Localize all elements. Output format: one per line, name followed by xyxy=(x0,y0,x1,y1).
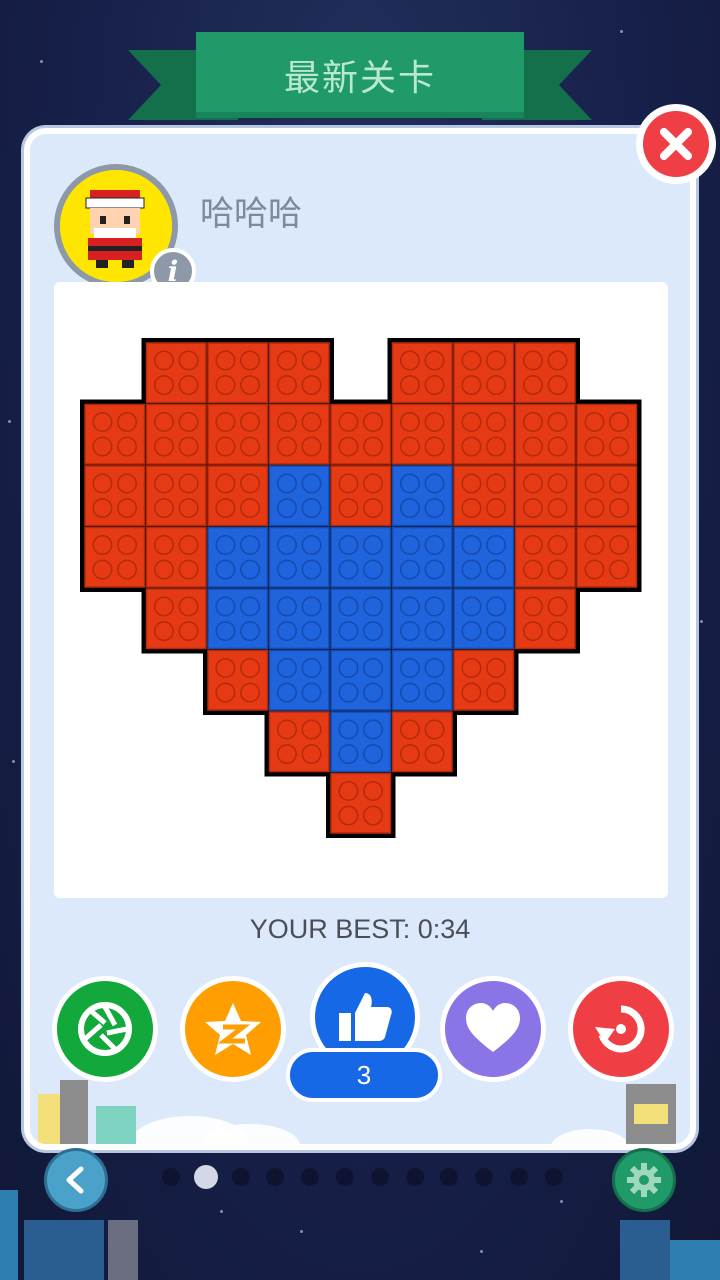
blue-brick xyxy=(268,465,330,527)
red-brick xyxy=(84,526,146,588)
username: 哈哈哈 xyxy=(200,194,302,234)
red-brick xyxy=(391,403,453,465)
red-brick xyxy=(268,403,330,465)
close-icon xyxy=(643,111,709,177)
red-brick xyxy=(514,588,576,650)
red-brick xyxy=(514,342,576,404)
level-title-ribbon: 最新关卡 xyxy=(196,32,524,118)
brick-heart-artwork xyxy=(80,338,642,838)
red-brick xyxy=(330,465,392,527)
red-brick xyxy=(576,465,638,527)
red-brick xyxy=(84,403,146,465)
red-brick xyxy=(330,772,392,834)
red-brick xyxy=(453,403,515,465)
red-brick xyxy=(514,403,576,465)
red-brick xyxy=(391,711,453,773)
red-brick xyxy=(576,526,638,588)
blue-brick xyxy=(391,588,453,650)
blue-brick xyxy=(207,526,269,588)
red-brick xyxy=(145,526,207,588)
red-brick xyxy=(207,403,269,465)
level-card: i 哈哈哈 YOUR BEST: 0:34 3 xyxy=(24,128,696,1150)
blue-brick xyxy=(268,649,330,711)
blue-brick xyxy=(330,526,392,588)
red-brick xyxy=(207,465,269,527)
best-time: YOUR BEST: 0:34 xyxy=(249,914,471,944)
page-title: 最新关卡 xyxy=(283,58,436,99)
red-brick xyxy=(514,526,576,588)
card-footer-scenery xyxy=(38,1080,676,1144)
qzone-star-icon xyxy=(205,1003,261,1055)
star xyxy=(40,60,43,63)
red-brick xyxy=(145,342,207,404)
star xyxy=(700,620,703,623)
blue-brick xyxy=(391,526,453,588)
thumbs-up-icon xyxy=(339,993,392,1041)
blue-brick xyxy=(330,649,392,711)
red-brick xyxy=(330,403,392,465)
red-brick xyxy=(207,342,269,404)
blue-brick xyxy=(268,588,330,650)
blue-brick xyxy=(453,588,515,650)
red-brick xyxy=(576,403,638,465)
red-brick xyxy=(453,342,515,404)
camera-aperture-icon xyxy=(78,1002,132,1056)
star xyxy=(12,760,15,763)
close-button[interactable] xyxy=(636,104,716,184)
red-brick xyxy=(453,649,515,711)
red-brick xyxy=(268,342,330,404)
red-brick xyxy=(145,465,207,527)
blue-brick xyxy=(453,526,515,588)
red-brick xyxy=(84,465,146,527)
blue-brick xyxy=(330,588,392,650)
artwork-canvas xyxy=(54,282,668,898)
replay-icon xyxy=(595,1005,645,1053)
blue-brick xyxy=(268,526,330,588)
city-skyline xyxy=(0,1190,720,1280)
red-brick xyxy=(268,711,330,773)
blue-brick xyxy=(391,465,453,527)
red-brick xyxy=(391,342,453,404)
red-brick xyxy=(514,465,576,527)
red-brick xyxy=(207,649,269,711)
red-brick xyxy=(145,588,207,650)
blue-brick xyxy=(207,588,269,650)
red-brick xyxy=(145,403,207,465)
blue-brick xyxy=(330,711,392,773)
red-brick xyxy=(453,465,515,527)
heart-icon xyxy=(466,1003,520,1052)
star xyxy=(8,420,11,423)
star xyxy=(620,30,623,33)
blue-brick xyxy=(391,649,453,711)
